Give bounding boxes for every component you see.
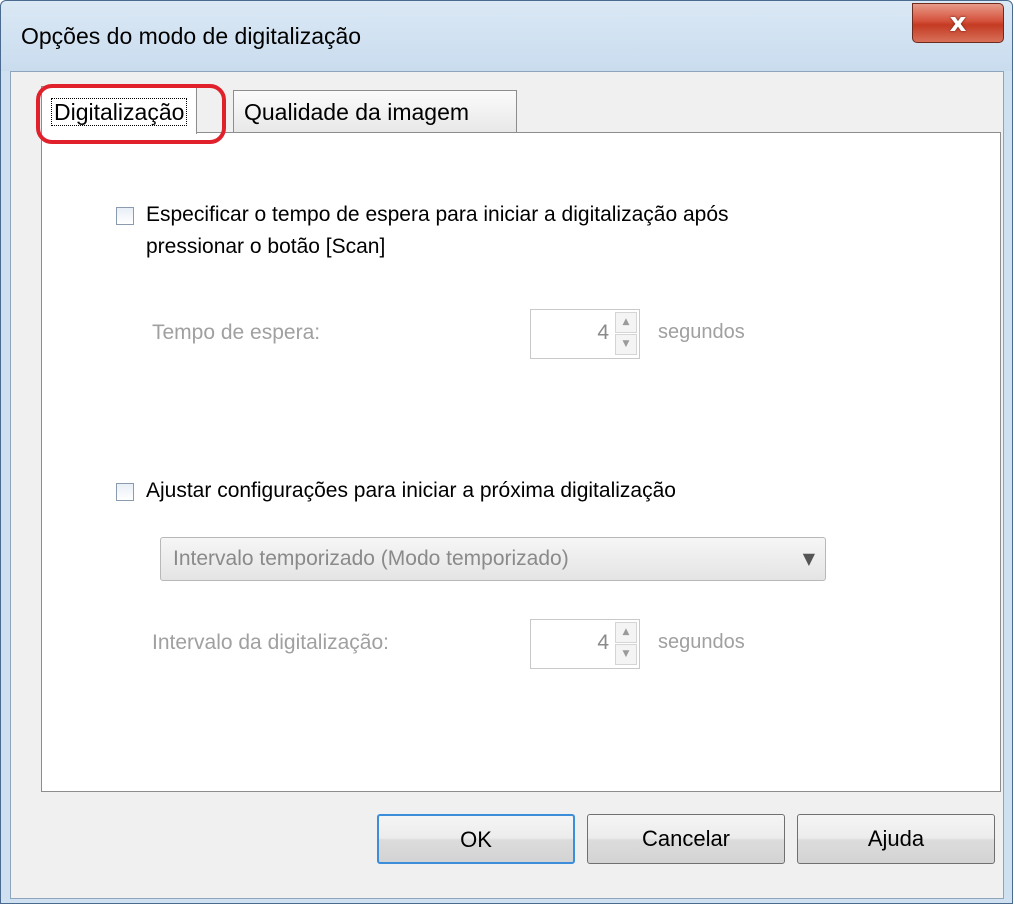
close-button[interactable]: x (912, 3, 1004, 43)
scan-interval-value: 4 (597, 631, 609, 654)
wait-time-unit: segundos (658, 321, 745, 343)
ok-button[interactable]: OK (377, 814, 575, 864)
title-bar: Opções do modo de digitalização x (1, 1, 1012, 71)
scan-interval-unit: segundos (658, 631, 745, 653)
dialog-window: Opções do modo de digitalização x Digita… (0, 0, 1013, 904)
tab-qualidade-da-imagem[interactable]: Qualidade da imagem (233, 90, 517, 132)
spin-down-icon[interactable]: ▼ (615, 644, 637, 665)
wait-time-checkbox[interactable] (116, 207, 134, 225)
spin-up-icon[interactable]: ▲ (615, 312, 637, 333)
scan-interval-field-label: Intervalo da digitalização: (152, 631, 389, 654)
wait-time-label-line2: pressionar o botão [Scan] (146, 235, 386, 258)
close-icon: x (949, 8, 967, 38)
wait-time-label-line1: Especificar o tempo de espera para inici… (146, 203, 729, 226)
help-button[interactable]: Ajuda (797, 814, 995, 864)
scan-mode-value: Intervalo temporizado (Modo temporizado) (173, 547, 569, 570)
next-scan-label: Ajustar configurações para iniciar a pró… (146, 479, 676, 502)
wait-time-field-label: Tempo de espera: (152, 321, 321, 344)
tab-label: Digitalização (50, 98, 188, 126)
spin-down-icon[interactable]: ▼ (615, 334, 637, 355)
next-scan-checkbox[interactable] (116, 483, 134, 501)
tab-label: Qualidade da imagem (244, 99, 470, 125)
scan-interval-stepper[interactable]: 4 ▲ ▼ (530, 619, 640, 669)
scan-mode-select[interactable]: Intervalo temporizado (Modo temporizado)… (160, 537, 826, 581)
wait-time-stepper[interactable]: 4 ▲ ▼ (530, 309, 640, 359)
dialog-client-area: Digitalização Qualidade da imagem Especi… (10, 71, 1004, 899)
tab-panel: Especificar o tempo de espera para inici… (41, 132, 1001, 792)
chevron-down-icon: ▼ (802, 549, 815, 568)
tab-digitalizacao[interactable]: Digitalização (41, 86, 198, 134)
dialog-title: Opções do modo de digitalização (21, 23, 362, 49)
spin-up-icon[interactable]: ▲ (615, 622, 637, 643)
cancel-button[interactable]: Cancelar (587, 814, 785, 864)
wait-time-value: 4 (597, 321, 609, 344)
